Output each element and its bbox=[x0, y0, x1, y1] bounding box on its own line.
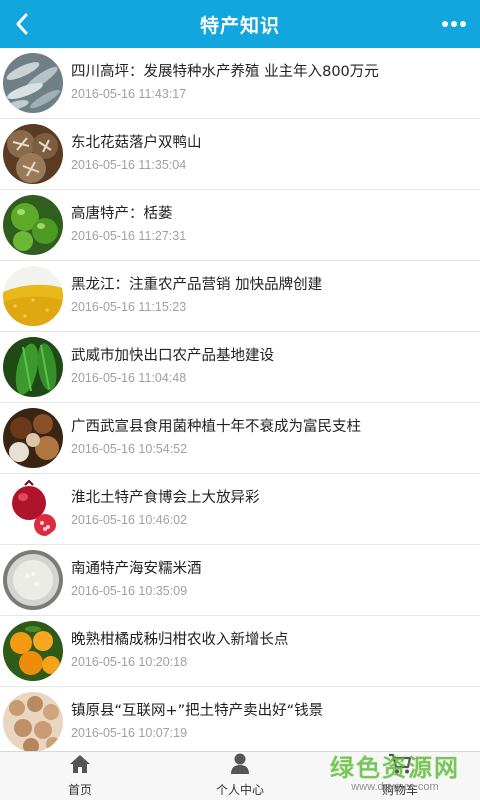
article-title: 高唐特产：栝蒌 bbox=[71, 206, 173, 222]
article-list[interactable]: 四川高坪：发展特种水产养殖 业主年入800万元 2016-05-16 11:43… bbox=[0, 48, 480, 751]
thumbnail-pomegranate bbox=[3, 479, 63, 539]
tab-label: 首页 bbox=[67, 783, 92, 797]
list-item[interactable]: 淮北土特产食博会上大放异彩 2016-05-16 10:46:02 bbox=[0, 474, 480, 545]
article-time: 2016-05-16 11:15:23 bbox=[71, 300, 187, 314]
list-item[interactable]: 高唐特产：栝蒌 2016-05-16 11:27:31 bbox=[0, 190, 480, 261]
tab-profile[interactable]: 个人中心 bbox=[160, 752, 320, 800]
list-item[interactable]: 东北花菇落户双鸭山 2016-05-16 11:35:04 bbox=[0, 119, 480, 190]
article-title: 四川高坪：发展特种水产养殖 业主年入800万元 bbox=[71, 64, 379, 80]
thumbnail-bitter-melon bbox=[3, 337, 63, 397]
list-item[interactable]: 黑龙江：注重农产品营销 加快品牌创建 2016-05-16 11:15:23 bbox=[0, 261, 480, 332]
thumbnail-fish bbox=[3, 53, 63, 113]
article-time: 2016-05-16 10:35:09 bbox=[71, 584, 188, 598]
thumbnail-rice-wine bbox=[3, 550, 63, 610]
article-time: 2016-05-16 11:04:48 bbox=[71, 371, 187, 385]
cart-icon bbox=[388, 752, 412, 776]
page-title: 特产知识 bbox=[199, 14, 280, 37]
list-item[interactable]: 晚熟柑橘成秭归柑农收入新增长点 2016-05-16 10:20:18 bbox=[0, 616, 480, 687]
article-title: 晚熟柑橘成秭归柑农收入新增长点 bbox=[71, 632, 289, 648]
article-time: 2016-05-16 10:54:52 bbox=[71, 442, 188, 456]
thumbnail-oranges bbox=[3, 621, 63, 681]
article-title: 黑龙江：注重农产品营销 加快品牌创建 bbox=[71, 277, 323, 293]
tab-home[interactable]: 首页 bbox=[0, 752, 160, 800]
list-item[interactable]: 武威市加快出口农产品基地建设 2016-05-16 11:04:48 bbox=[0, 332, 480, 403]
article-title: 淮北土特产食博会上大放异彩 bbox=[71, 490, 260, 506]
thumbnail-millet bbox=[3, 266, 63, 326]
back-button[interactable] bbox=[6, 8, 38, 40]
tab-cart[interactable]: 购物车 bbox=[320, 752, 480, 800]
list-item[interactable]: 南通特产海安糯米酒 2016-05-16 10:35:09 bbox=[0, 545, 480, 616]
article-title: 东北花菇落户双鸭山 bbox=[71, 135, 202, 151]
thumbnail-fungi bbox=[3, 408, 63, 468]
article-time: 2016-05-16 11:35:04 bbox=[71, 158, 187, 172]
list-item[interactable]: 镇原县“互联网+”把土特产卖出好“钱景 2016-05-16 10:07:19 bbox=[0, 687, 480, 751]
tab-label: 个人中心 bbox=[215, 783, 264, 797]
thumbnail-nuts bbox=[3, 692, 63, 751]
bottom-tab-bar: 首页 个人中心 购物车 bbox=[0, 751, 480, 800]
article-title: 南通特产海安糯米酒 bbox=[71, 561, 202, 577]
home-icon bbox=[69, 752, 91, 776]
article-title: 武威市加快出口农产品基地建设 bbox=[71, 348, 274, 364]
list-item[interactable]: 四川高坪：发展特种水产养殖 业主年入800万元 2016-05-16 11:43… bbox=[0, 48, 480, 119]
tab-label: 购物车 bbox=[381, 783, 418, 797]
article-time: 2016-05-16 11:27:31 bbox=[71, 229, 187, 243]
top-bar: 特产知识 bbox=[0, 0, 480, 48]
chevron-left-icon bbox=[16, 13, 28, 35]
thumbnail-green-fruit bbox=[3, 195, 63, 255]
list-item[interactable]: 广西武宣县食用菌种植十年不衰成为富民支柱 2016-05-16 10:54:52 bbox=[0, 403, 480, 474]
user-icon bbox=[230, 752, 250, 776]
article-time: 2016-05-16 11:43:17 bbox=[71, 87, 187, 101]
article-time: 2016-05-16 10:07:19 bbox=[71, 726, 188, 740]
thumbnail-mushroom bbox=[3, 124, 63, 184]
article-time: 2016-05-16 10:46:02 bbox=[71, 513, 188, 527]
article-time: 2016-05-16 10:20:18 bbox=[71, 655, 188, 669]
more-button[interactable] bbox=[436, 8, 472, 40]
article-title: 广西武宣县食用菌种植十年不衰成为富民支柱 bbox=[71, 419, 361, 435]
more-dots-icon bbox=[442, 21, 466, 27]
article-title: 镇原县“互联网+”把土特产卖出好“钱景 bbox=[71, 703, 324, 719]
